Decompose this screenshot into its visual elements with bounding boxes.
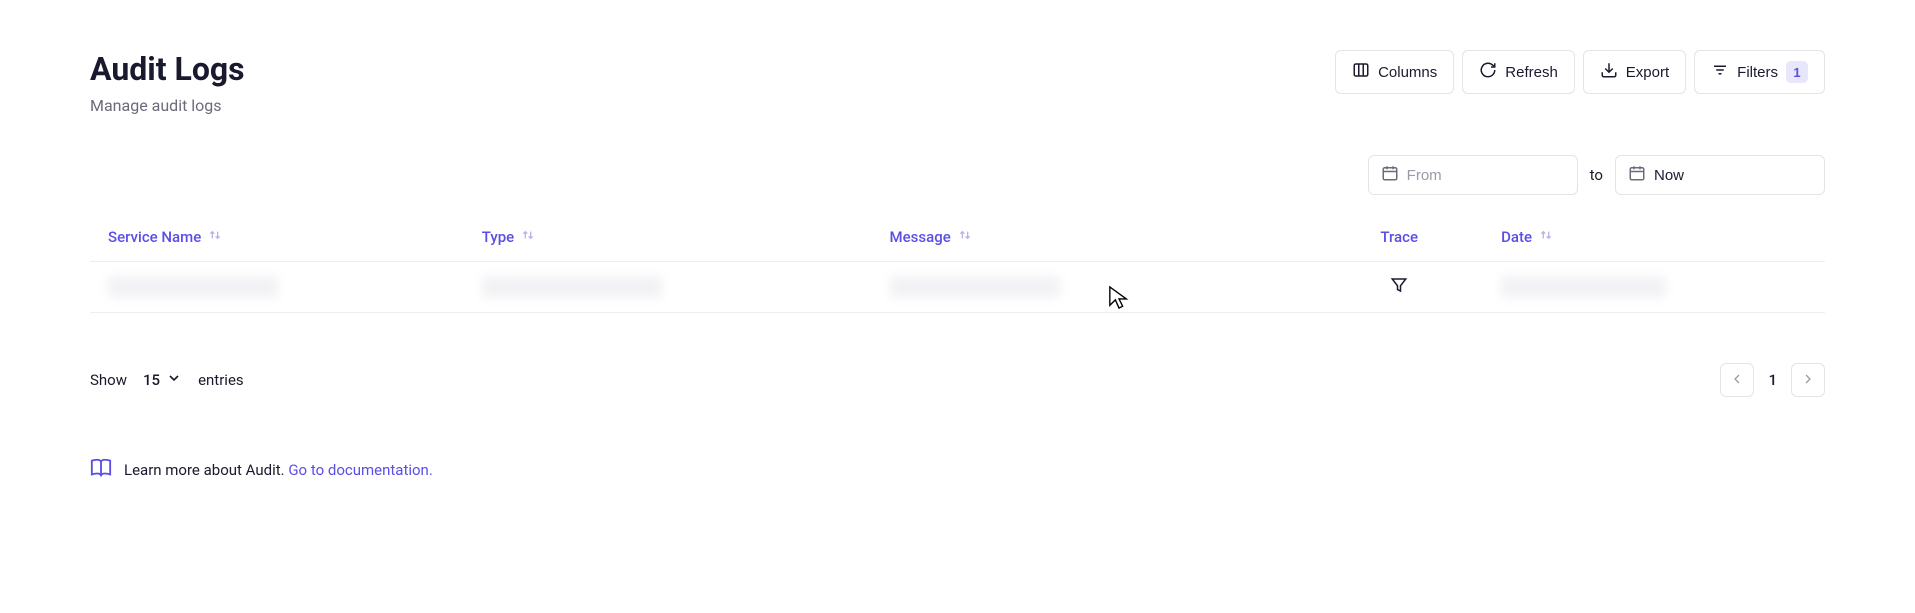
cell-message (890, 276, 1298, 298)
column-label: Service Name (108, 228, 201, 246)
refresh-label: Refresh (1505, 64, 1558, 81)
download-icon (1600, 61, 1618, 83)
date-to-field[interactable] (1654, 167, 1812, 184)
column-type[interactable]: Type (482, 227, 890, 247)
column-date[interactable]: Date (1501, 227, 1807, 247)
table-row[interactable] (90, 262, 1825, 313)
page-subtitle: Manage audit logs (90, 96, 245, 115)
book-open-icon (90, 457, 112, 483)
chevron-right-icon (1800, 371, 1816, 390)
column-label: Date (1501, 228, 1532, 246)
toolbar: Columns Refresh Export Filters 1 (1335, 50, 1825, 94)
calendar-icon (1628, 164, 1646, 186)
refresh-button[interactable]: Refresh (1462, 50, 1575, 94)
column-label: Message (890, 228, 951, 246)
column-label: Type (482, 228, 514, 246)
date-from-field[interactable] (1407, 167, 1565, 184)
funnel-icon[interactable] (1390, 276, 1408, 298)
page-size-select[interactable]: 15 (135, 366, 190, 394)
sort-icon (1538, 227, 1554, 247)
column-trace: Trace (1297, 227, 1501, 247)
date-from-input[interactable] (1368, 155, 1578, 195)
filters-label: Filters (1737, 64, 1778, 81)
columns-icon (1352, 61, 1370, 83)
show-label: Show (90, 371, 127, 389)
date-to-label: to (1590, 166, 1603, 184)
redacted-content (1501, 276, 1666, 298)
refresh-icon (1479, 61, 1497, 83)
calendar-icon (1381, 164, 1399, 186)
filter-icon (1711, 61, 1729, 83)
column-message[interactable]: Message (890, 227, 1298, 247)
sort-icon (520, 227, 536, 247)
page-size-value: 15 (143, 371, 160, 389)
date-to-input[interactable] (1615, 155, 1825, 195)
page-title: Audit Logs (90, 50, 245, 88)
cell-date (1501, 276, 1807, 298)
next-page-button[interactable] (1791, 363, 1825, 397)
export-label: Export (1626, 64, 1669, 81)
sort-icon (207, 227, 223, 247)
redacted-content (482, 276, 662, 298)
audit-table: Service Name Type Message Trace Date (90, 213, 1825, 313)
filters-button[interactable]: Filters 1 (1694, 50, 1825, 94)
chevron-down-icon (166, 370, 182, 390)
sort-icon (957, 227, 973, 247)
doc-text: Learn more about Audit. (124, 461, 285, 479)
chevron-left-icon (1729, 371, 1745, 390)
cell-trace (1297, 276, 1501, 298)
filters-count-badge: 1 (1786, 61, 1808, 83)
cell-service-name (108, 276, 482, 298)
doc-link[interactable]: Go to documentation. (288, 461, 432, 479)
current-page: 1 (1762, 371, 1783, 389)
documentation-row: Learn more about Audit. Go to documentat… (90, 457, 1825, 483)
redacted-content (108, 276, 278, 298)
entries-label: entries (198, 371, 244, 389)
columns-button[interactable]: Columns (1335, 50, 1454, 94)
cell-type (482, 276, 890, 298)
prev-page-button[interactable] (1720, 363, 1754, 397)
table-header: Service Name Type Message Trace Date (90, 213, 1825, 262)
columns-label: Columns (1378, 64, 1437, 81)
date-range-row: to (90, 155, 1825, 195)
pagination: 1 (1720, 363, 1825, 397)
export-button[interactable]: Export (1583, 50, 1686, 94)
redacted-content (890, 276, 1060, 298)
page-size-control: Show 15 entries (90, 366, 244, 394)
column-label: Trace (1380, 228, 1418, 246)
column-service-name[interactable]: Service Name (108, 227, 482, 247)
